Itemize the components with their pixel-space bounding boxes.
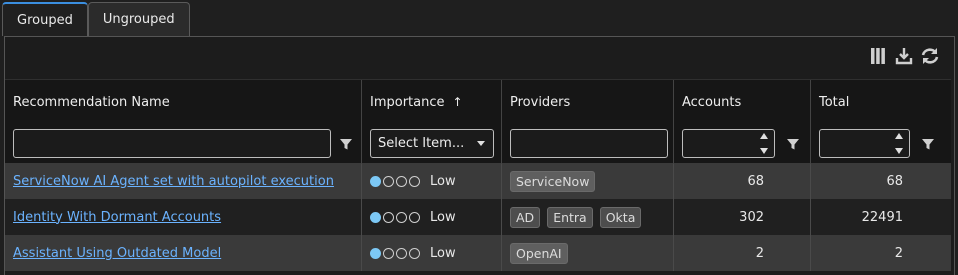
grid-panel: Recommendation Name Importance ↑ Select I… <box>4 36 955 275</box>
accounts-value: 68 <box>674 163 811 199</box>
accounts-filter-stepper[interactable] <box>682 129 775 158</box>
increment-icon[interactable] <box>895 133 903 139</box>
tab-bar: Grouped Ungrouped <box>2 2 190 36</box>
grid-header: Recommendation Name Importance ↑ Select I… <box>5 79 951 164</box>
recommendation-link[interactable]: Assistant Using Outdated Model <box>13 246 221 261</box>
table-row[interactable]: ServiceNow AI Agent set with autopilot e… <box>5 163 951 199</box>
total-filter-stepper[interactable] <box>819 129 910 158</box>
importance-indicator <box>370 211 420 223</box>
providers-filter-input[interactable] <box>510 129 668 158</box>
accounts-value: 2 <box>674 235 811 271</box>
total-value: 68 <box>886 173 903 189</box>
column-header-total[interactable]: Total <box>811 80 951 164</box>
importance-label: Low <box>430 245 456 261</box>
grid-toolbar <box>868 46 940 66</box>
download-icon[interactable] <box>894 46 914 66</box>
increment-icon[interactable] <box>760 133 768 139</box>
accounts-value: 302 <box>674 199 811 235</box>
provider-badge: AD <box>510 206 541 228</box>
refresh-icon[interactable] <box>920 46 940 66</box>
recommendation-link[interactable]: Identity With Dormant Accounts <box>13 210 221 225</box>
importance-label: Low <box>430 173 456 189</box>
importance-filter-select[interactable]: Select Item... <box>370 129 494 158</box>
importance-indicator <box>370 175 420 187</box>
filter-icon[interactable] <box>339 137 353 151</box>
table-row[interactable]: Assistant Using Outdated Model Low OpenA… <box>5 235 951 271</box>
column-header-name[interactable]: Recommendation Name <box>5 80 362 164</box>
importance-label: Low <box>430 209 456 225</box>
total-value: 22491 <box>861 209 903 225</box>
column-title-accounts: Accounts <box>682 95 742 110</box>
sort-ascending-icon[interactable]: ↑ <box>453 95 463 109</box>
column-header-importance[interactable]: Importance ↑ Select Item... <box>362 80 502 164</box>
column-header-providers[interactable]: Providers <box>502 80 674 164</box>
recommendation-link[interactable]: ServiceNow AI Agent set with autopilot e… <box>13 174 334 189</box>
filter-icon[interactable] <box>786 137 800 151</box>
column-title-total: Total <box>819 95 850 110</box>
decrement-icon[interactable] <box>760 148 768 154</box>
provider-badge: Okta <box>599 206 642 228</box>
name-filter-input[interactable] <box>13 129 331 158</box>
tab-grouped[interactable]: Grouped <box>2 2 88 36</box>
decrement-icon[interactable] <box>895 148 903 154</box>
provider-badge: ServiceNow <box>510 170 596 192</box>
importance-select-value: Select Item... <box>378 136 465 151</box>
column-header-accounts[interactable]: Accounts <box>674 80 811 164</box>
provider-badge: OpenAI <box>510 242 568 264</box>
chevron-down-icon <box>477 140 485 146</box>
column-title-importance: Importance <box>370 95 445 110</box>
total-value: 2 <box>894 245 903 261</box>
tab-ungrouped[interactable]: Ungrouped <box>87 2 190 36</box>
provider-badge: Entra <box>547 206 593 228</box>
recommendations-grid: Recommendation Name Importance ↑ Select I… <box>5 79 951 271</box>
column-title-providers: Providers <box>510 95 571 110</box>
column-title-name: Recommendation Name <box>13 95 170 110</box>
table-row[interactable]: Identity With Dormant Accounts Low AD En… <box>5 199 951 235</box>
filter-icon[interactable] <box>921 137 935 151</box>
importance-indicator <box>370 247 420 259</box>
columns-icon[interactable] <box>868 46 888 66</box>
